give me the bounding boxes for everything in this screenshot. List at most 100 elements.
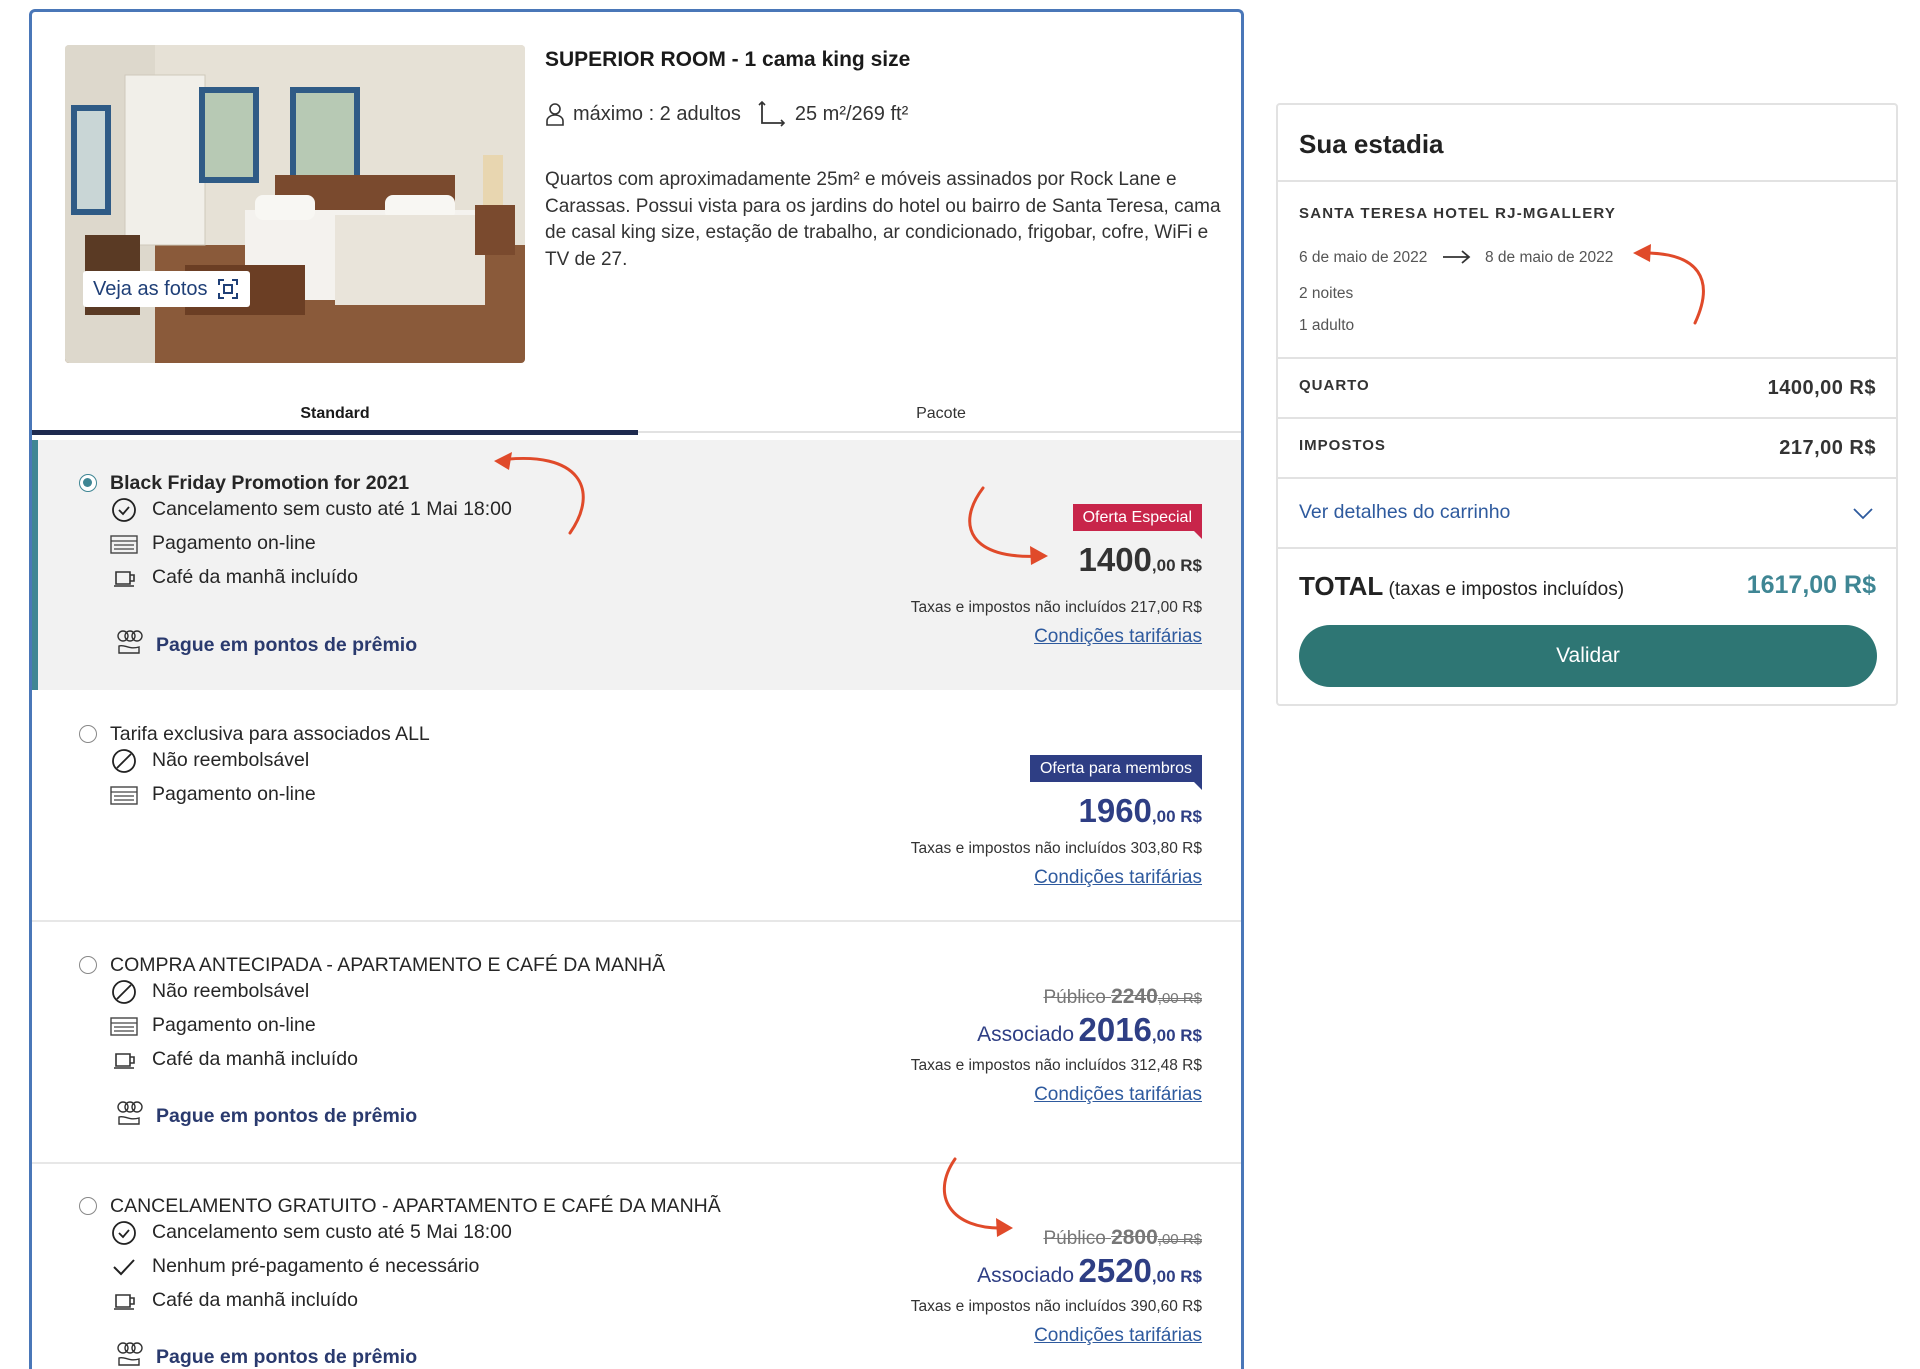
room-capacity: máximo : 2 adultos: [573, 102, 741, 125]
view-photos-button[interactable]: Veja as fotos: [83, 271, 250, 307]
rate-option-early-purchase[interactable]: COMPRA ANTECIPADA - APARTAMENTO E CAFÉ D…: [32, 922, 1241, 1162]
pay-with-points-link[interactable]: Pague em pontos de prêmio: [156, 1346, 417, 1369]
price-integer: 1400: [1078, 541, 1152, 578]
rate-feature-text: Pagamento on-line: [152, 783, 316, 805]
rate-feature-text: Pagamento on-line: [152, 532, 316, 554]
no-refund-icon: [112, 980, 136, 1004]
rate-feature-text: Café da manhã incluído: [152, 1289, 358, 1311]
room-specs: máximo : 2 adultos 25 m²/269 ft²: [545, 100, 908, 128]
price-integer: 1960: [1078, 792, 1152, 829]
rate-feature-text: Cancelamento sem custo até 1 Mai 18:00: [152, 498, 512, 520]
tab-active-indicator: [32, 430, 638, 435]
rate-option-free-cancellation[interactable]: CANCELAMENTO GRATUITO - APARTAMENTO E CA…: [32, 1164, 1241, 1369]
arrow-right-icon: [1443, 250, 1471, 264]
rate-conditions-link[interactable]: Condições tarifárias: [1034, 867, 1202, 889]
expand-icon: [217, 279, 238, 299]
total-amount: 1617,00 R$: [1746, 571, 1876, 599]
rate-feature-text: Café da manhã incluído: [152, 566, 358, 588]
total-title: TOTAL: [1299, 571, 1384, 601]
pay-with-points-link[interactable]: Pague em pontos de prêmio: [156, 1105, 417, 1128]
rate-name: Black Friday Promotion for 2021: [110, 472, 410, 494]
guests-count: 1 adulto: [1299, 317, 1355, 334]
divider: [1278, 180, 1896, 182]
room-description: Quartos com aproximadamente 25m² e móvei…: [545, 169, 1221, 270]
room-photo[interactable]: [65, 45, 525, 363]
public-price: Público 2800,00 R$: [1043, 1226, 1202, 1250]
member-price: Associado 2016,00 R$: [977, 1011, 1202, 1049]
checkmark-icon: [113, 1259, 135, 1276]
member-label: Associado: [977, 1023, 1075, 1046]
no-refund-icon: [112, 749, 136, 773]
rate-name: Tarifa exclusiva para associados ALL: [110, 723, 430, 745]
public-price: Público 2240,00 R$: [1043, 985, 1202, 1009]
coffee-cup-icon: [114, 1053, 135, 1069]
rate-radio[interactable]: [79, 725, 97, 743]
pay-with-points-link[interactable]: Pague em pontos de prêmio: [156, 634, 417, 657]
clock-check-icon: [112, 498, 136, 522]
cart-details-link[interactable]: Ver detalhes do carrinho: [1299, 501, 1510, 524]
rate-conditions-link[interactable]: Condições tarifárias: [1034, 1325, 1202, 1347]
rate-name: CANCELAMENTO GRATUITO - APARTAMENTO E CA…: [110, 1195, 721, 1217]
reward-points-icon: [117, 630, 143, 654]
room-size: 25 m²/269 ft²: [794, 102, 909, 125]
room-photo-image: [65, 45, 525, 363]
rate-feature-text: Cancelamento sem custo até 5 Mai 18:00: [152, 1221, 512, 1243]
public-price-integer: 2800: [1111, 1226, 1158, 1249]
rate-tax-note: Taxas e impostos não incluídos 390,60 R$: [910, 1298, 1202, 1315]
tab-pacote[interactable]: Pacote: [638, 405, 1241, 445]
rate-conditions-link[interactable]: Condições tarifárias: [1034, 626, 1202, 648]
rate-feature-text: Não reembolsável: [152, 749, 310, 771]
view-photos-label: Veja as fotos: [93, 277, 208, 300]
price-decimal: ,00 R$: [1151, 556, 1202, 575]
coffee-cup-icon: [114, 571, 135, 587]
room-title: SUPERIOR ROOM - 1 cama king size: [545, 48, 911, 71]
chevron-down-icon[interactable]: [1852, 505, 1874, 521]
rate-feature-text: Não reembolsável: [152, 980, 310, 1002]
rate-tax-note: Taxas e impostos não incluídos 312,48 R$: [910, 1057, 1202, 1074]
clock-check-icon: [112, 1221, 136, 1245]
price-decimal: ,00 R$: [1151, 1267, 1202, 1286]
public-price-integer: 2240: [1111, 985, 1158, 1008]
rate-tax-note: Taxas e impostos não incluídos 303,80 R$: [910, 840, 1202, 857]
tab-standard[interactable]: Standard: [32, 405, 638, 445]
member-price: Associado 2520,00 R$: [977, 1252, 1202, 1290]
divider: [1278, 357, 1896, 359]
check-out-date: 8 de maio de 2022: [1485, 249, 1614, 266]
rate-option-black-friday[interactable]: Black Friday Promotion for 2021 Cancelam…: [32, 440, 1241, 690]
member-offer-badge: Oferta para membros: [1029, 755, 1203, 790]
member-label: Associado: [977, 1264, 1075, 1287]
check-in-date: 6 de maio de 2022: [1299, 249, 1428, 266]
rate-radio[interactable]: [79, 1197, 97, 1215]
reward-points-icon: [117, 1342, 143, 1366]
reward-points-icon: [117, 1101, 143, 1125]
rate-feature-text: Nenhum pré-pagamento é necessário: [152, 1255, 480, 1277]
rate-conditions-link[interactable]: Condições tarifárias: [1034, 1084, 1202, 1106]
divider: [1278, 547, 1896, 549]
public-label: Público: [1043, 987, 1106, 1008]
room-card: Veja as fotos SUPERIOR ROOM - 1 cama kin…: [29, 9, 1244, 1369]
divider: [1278, 477, 1896, 479]
rate-feature-text: Café da manhã incluído: [152, 1048, 358, 1070]
credit-card-icon: [110, 786, 138, 805]
stay-title: Sua estadia: [1299, 129, 1444, 159]
coffee-cup-icon: [114, 1294, 135, 1310]
room-size-icon: [758, 100, 785, 127]
rate-tax-note: Taxas e impostos não incluídos 217,00 R$: [910, 599, 1202, 616]
public-label: Público: [1043, 1228, 1106, 1249]
price-integer: 2016: [1078, 1011, 1152, 1048]
rate-price: 1400,00 R$: [1078, 541, 1202, 579]
special-offer-badge: Oferta Especial: [1072, 504, 1203, 539]
total-label: TOTAL (taxas e impostos incluídos): [1299, 571, 1624, 602]
stay-summary-card: Sua estadia SANTA TERESA HOTEL RJ-MGALLE…: [1276, 103, 1898, 706]
nights-count: 2 noites: [1299, 285, 1354, 302]
person-icon: [546, 103, 564, 126]
rate-radio[interactable]: [79, 474, 97, 492]
validate-button[interactable]: Validar: [1299, 625, 1877, 687]
rate-name: COMPRA ANTECIPADA - APARTAMENTO E CAFÉ D…: [110, 954, 666, 976]
rate-price: 1960,00 R$: [1078, 792, 1202, 830]
rate-option-members[interactable]: Tarifa exclusiva para associados ALL Não…: [32, 690, 1241, 920]
room-line-amount: 1400,00 R$: [1767, 377, 1876, 399]
divider: [1278, 417, 1896, 419]
rate-radio[interactable]: [79, 956, 97, 974]
tax-line-amount: 217,00 R$: [1779, 437, 1876, 459]
